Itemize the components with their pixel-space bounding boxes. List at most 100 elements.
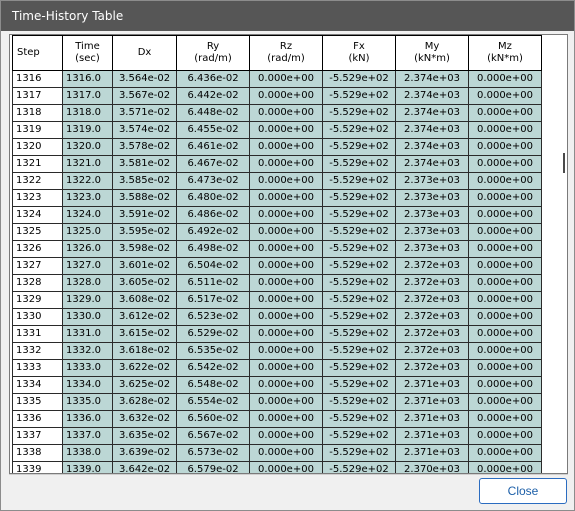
cell-time[interactable]: 1318.0 <box>62 104 113 122</box>
cell-rz[interactable]: 0.000e+00 <box>249 70 323 88</box>
cell-ry[interactable]: 6.511e-02 <box>176 274 250 292</box>
cell-mz[interactable]: 0.000e+00 <box>468 393 542 411</box>
column-header-rz[interactable]: Rz (rad/m) <box>249 35 323 71</box>
cell-ry[interactable]: 6.442e-02 <box>176 87 250 105</box>
cell-step[interactable]: 1330 <box>12 308 63 326</box>
cell-rz[interactable]: 0.000e+00 <box>249 393 323 411</box>
cell-time[interactable]: 1319.0 <box>62 121 113 139</box>
cell-ry[interactable]: 6.486e-02 <box>176 206 250 224</box>
cell-rz[interactable]: 0.000e+00 <box>249 206 323 224</box>
cell-rz[interactable]: 0.000e+00 <box>249 359 323 377</box>
cell-time[interactable]: 1328.0 <box>62 274 113 292</box>
cell-dx[interactable]: 3.625e-02 <box>112 376 177 394</box>
cell-step[interactable]: 1333 <box>12 359 63 377</box>
cell-my[interactable]: 2.373e+03 <box>395 172 469 190</box>
cell-ry[interactable]: 6.548e-02 <box>176 376 250 394</box>
cell-ry[interactable]: 6.529e-02 <box>176 325 250 343</box>
cell-dx[interactable]: 3.628e-02 <box>112 393 177 411</box>
cell-dx[interactable]: 3.574e-02 <box>112 121 177 139</box>
cell-time[interactable]: 1326.0 <box>62 240 113 258</box>
cell-step[interactable]: 1337 <box>12 427 63 445</box>
cell-fx[interactable]: -5.529e+02 <box>322 410 396 428</box>
cell-dx[interactable]: 3.595e-02 <box>112 223 177 241</box>
cell-ry[interactable]: 6.523e-02 <box>176 308 250 326</box>
table-row[interactable]: 1323 1323.0 3.588e-02 6.480e-02 0.000e+00 -5.… <box>12 189 542 207</box>
cell-ry[interactable]: 6.517e-02 <box>176 291 250 309</box>
cell-mz[interactable]: 0.000e+00 <box>468 155 542 173</box>
cell-dx[interactable]: 3.564e-02 <box>112 70 177 88</box>
time-history-grid[interactable]: Step Time (sec) Dx Ry (rad/m) Rz (rad/m) Fx (kN) M… <box>9 34 568 474</box>
cell-fx[interactable]: -5.529e+02 <box>322 461 396 473</box>
cell-dx[interactable]: 3.615e-02 <box>112 325 177 343</box>
vertical-scrollbar-thumb[interactable] <box>563 153 565 173</box>
cell-rz[interactable]: 0.000e+00 <box>249 325 323 343</box>
cell-fx[interactable]: -5.529e+02 <box>322 257 396 275</box>
column-header-time[interactable]: Time (sec) <box>62 35 113 71</box>
cell-step[interactable]: 1331 <box>12 325 63 343</box>
cell-mz[interactable]: 0.000e+00 <box>468 87 542 105</box>
cell-dx[interactable]: 3.605e-02 <box>112 274 177 292</box>
cell-ry[interactable]: 6.560e-02 <box>176 410 250 428</box>
cell-dx[interactable]: 3.591e-02 <box>112 206 177 224</box>
cell-my[interactable]: 2.371e+03 <box>395 444 469 462</box>
cell-rz[interactable]: 0.000e+00 <box>249 121 323 139</box>
column-header-ry[interactable]: Ry (rad/m) <box>176 35 250 71</box>
cell-my[interactable]: 2.374e+03 <box>395 87 469 105</box>
cell-time[interactable]: 1339.0 <box>62 461 113 473</box>
cell-time[interactable]: 1316.0 <box>62 70 113 88</box>
cell-time[interactable]: 1333.0 <box>62 359 113 377</box>
column-header-mz[interactable]: Mz (kN*m) <box>468 35 542 71</box>
table-row[interactable]: 1319 1319.0 3.574e-02 6.455e-02 0.000e+00 -5.… <box>12 121 542 139</box>
cell-rz[interactable]: 0.000e+00 <box>249 308 323 326</box>
table-row[interactable]: 1320 1320.0 3.578e-02 6.461e-02 0.000e+00 -5.… <box>12 138 542 156</box>
column-header-my[interactable]: My (kN*m) <box>395 35 469 71</box>
cell-mz[interactable]: 0.000e+00 <box>468 342 542 360</box>
table-row[interactable]: 1325 1325.0 3.595e-02 6.492e-02 0.000e+00 -5.… <box>12 223 542 241</box>
cell-mz[interactable]: 0.000e+00 <box>468 223 542 241</box>
cell-step[interactable]: 1335 <box>12 393 63 411</box>
cell-step[interactable]: 1326 <box>12 240 63 258</box>
table-row[interactable]: 1330 1330.0 3.612e-02 6.523e-02 0.000e+00 -5.… <box>12 308 542 326</box>
cell-mz[interactable]: 0.000e+00 <box>468 121 542 139</box>
cell-rz[interactable]: 0.000e+00 <box>249 427 323 445</box>
cell-rz[interactable]: 0.000e+00 <box>249 274 323 292</box>
cell-my[interactable]: 2.372e+03 <box>395 257 469 275</box>
cell-fx[interactable]: -5.529e+02 <box>322 206 396 224</box>
cell-mz[interactable]: 0.000e+00 <box>468 70 542 88</box>
cell-rz[interactable]: 0.000e+00 <box>249 138 323 156</box>
table-row[interactable]: 1316 1316.0 3.564e-02 6.436e-02 0.000e+00 -5.… <box>12 70 542 88</box>
cell-ry[interactable]: 6.579e-02 <box>176 461 250 473</box>
table-row[interactable]: 1333 1333.0 3.622e-02 6.542e-02 0.000e+00 -5.… <box>12 359 542 377</box>
cell-my[interactable]: 2.371e+03 <box>395 376 469 394</box>
cell-step[interactable]: 1328 <box>12 274 63 292</box>
cell-rz[interactable]: 0.000e+00 <box>249 240 323 258</box>
cell-fx[interactable]: -5.529e+02 <box>322 240 396 258</box>
cell-ry[interactable]: 6.573e-02 <box>176 444 250 462</box>
table-row[interactable]: 1327 1327.0 3.601e-02 6.504e-02 0.000e+00 -5.… <box>12 257 542 275</box>
cell-time[interactable]: 1320.0 <box>62 138 113 156</box>
cell-time[interactable]: 1332.0 <box>62 342 113 360</box>
cell-mz[interactable]: 0.000e+00 <box>468 257 542 275</box>
close-button[interactable]: Close <box>479 478 567 504</box>
table-row[interactable]: 1322 1322.0 3.585e-02 6.473e-02 0.000e+00 -5.… <box>12 172 542 190</box>
cell-fx[interactable]: -5.529e+02 <box>322 189 396 207</box>
cell-mz[interactable]: 0.000e+00 <box>468 104 542 122</box>
cell-my[interactable]: 2.373e+03 <box>395 240 469 258</box>
cell-step[interactable]: 1324 <box>12 206 63 224</box>
cell-dx[interactable]: 3.598e-02 <box>112 240 177 258</box>
cell-step[interactable]: 1319 <box>12 121 63 139</box>
cell-rz[interactable]: 0.000e+00 <box>249 461 323 473</box>
cell-fx[interactable]: -5.529e+02 <box>322 121 396 139</box>
cell-mz[interactable]: 0.000e+00 <box>468 325 542 343</box>
column-header-step[interactable]: Step <box>12 35 63 71</box>
cell-dx[interactable]: 3.618e-02 <box>112 342 177 360</box>
cell-rz[interactable]: 0.000e+00 <box>249 87 323 105</box>
cell-my[interactable]: 2.372e+03 <box>395 342 469 360</box>
cell-my[interactable]: 2.372e+03 <box>395 291 469 309</box>
cell-time[interactable]: 1336.0 <box>62 410 113 428</box>
cell-my[interactable]: 2.374e+03 <box>395 121 469 139</box>
cell-mz[interactable]: 0.000e+00 <box>468 444 542 462</box>
table-row[interactable]: 1329 1329.0 3.608e-02 6.517e-02 0.000e+00 -5.… <box>12 291 542 309</box>
cell-time[interactable]: 1329.0 <box>62 291 113 309</box>
table-row[interactable]: 1339 1339.0 3.642e-02 6.579e-02 0.000e+00 -5.… <box>12 461 542 473</box>
